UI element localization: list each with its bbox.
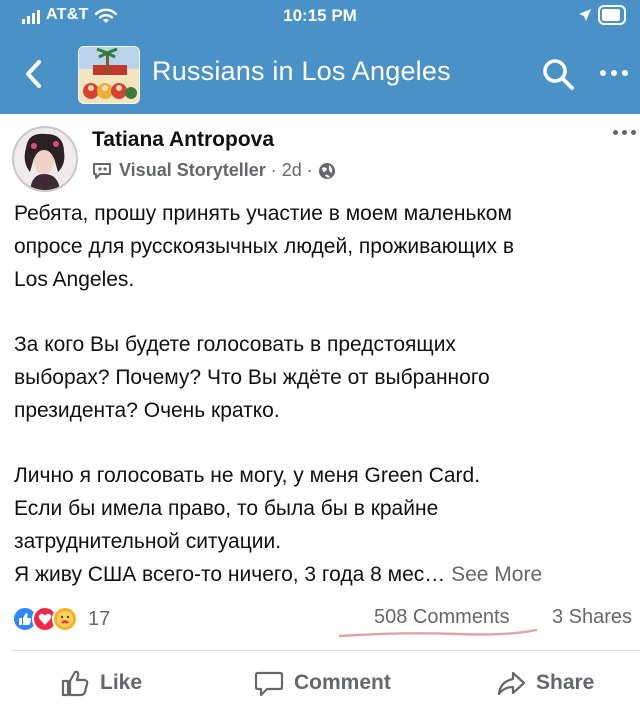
post-line: Ребята, прошу принять участие в моем мал…: [14, 202, 512, 225]
group-title[interactable]: Russians in Los Angeles: [152, 56, 451, 87]
post-header: Tatiana Antropova Visual Storyteller · 2…: [0, 114, 640, 194]
globe-icon: [318, 162, 335, 179]
post-last-line: Я живу США всего-то ничего, 3 года 8 мес…: [14, 559, 638, 592]
post-meta: Visual Storyteller · 2d ·: [92, 160, 336, 181]
back-icon[interactable]: [20, 54, 46, 94]
avatar[interactable]: [12, 126, 78, 192]
status-bar: AT&T 10:15 PM: [0, 0, 640, 34]
share-button[interactable]: Share: [496, 668, 594, 698]
post-line: Los Angeles.: [14, 267, 135, 291]
storyteller-badge-icon: [93, 162, 111, 179]
search-icon[interactable]: [540, 56, 576, 92]
post-options-icon[interactable]: [613, 130, 636, 135]
reactions-summary[interactable]: 17: [12, 606, 110, 632]
nav-bar: Russians in Los Angeles: [0, 34, 640, 114]
post-line: За кого Вы будете голосовать в предстоящ…: [14, 333, 456, 357]
share-label: Share: [536, 671, 595, 694]
thumbs-up-icon: [61, 670, 89, 697]
group-thumbnail[interactable]: [78, 46, 140, 104]
location-arrow-icon: [579, 9, 591, 21]
see-more-link[interactable]: See More: [451, 563, 542, 586]
post-line: выборах? Почему? Что Вы ждёте от выбранн…: [14, 365, 490, 389]
post-line: опросе для русскоязычных людей, проживаю…: [14, 234, 515, 258]
share-arrow-icon: [497, 671, 526, 696]
more-icon[interactable]: [600, 70, 628, 76]
post-line: затруднительной ситуации.: [14, 529, 282, 553]
author-name[interactable]: Tatiana Antropova: [92, 128, 274, 152]
shares-count[interactable]: 3 Shares: [552, 606, 632, 629]
comment-button[interactable]: Comment: [254, 668, 391, 698]
reaction-count: 17: [88, 607, 111, 630]
post-text: Ребята, прошу принять участие в моем мал…: [14, 198, 638, 592]
status-time: 10:15 PM: [283, 6, 357, 25]
post-line: Я живу США всего-то ничего, 3 года 8 мес…: [14, 562, 446, 586]
handdrawn-underline: [338, 628, 538, 638]
like-button[interactable]: Like: [60, 668, 142, 698]
status-right: [578, 5, 626, 25]
divider: [12, 650, 640, 651]
avatar-image: [14, 128, 76, 190]
group-logo-image: [79, 47, 139, 103]
badge-label: Visual Storyteller: [119, 160, 266, 180]
comment-label: Comment: [294, 671, 391, 694]
post-time: · 2d ·: [270, 160, 313, 180]
post-line: Лично я голосовать не могу, у меня Green…: [14, 464, 481, 488]
comment-bubble-icon: [254, 671, 284, 697]
post-line: президента? Очень кратко.: [14, 398, 280, 422]
battery-icon: [598, 5, 626, 25]
top-header: AT&T 10:15 PM Russians in Los Angeles: [0, 0, 640, 114]
comments-count[interactable]: 508 Comments: [374, 606, 510, 629]
care-reaction-icon: [52, 606, 78, 632]
action-bar: Like Comment Share: [0, 660, 640, 707]
like-label: Like: [100, 671, 143, 694]
post-line: Если бы имела право, то была бы в крайне: [14, 497, 439, 521]
